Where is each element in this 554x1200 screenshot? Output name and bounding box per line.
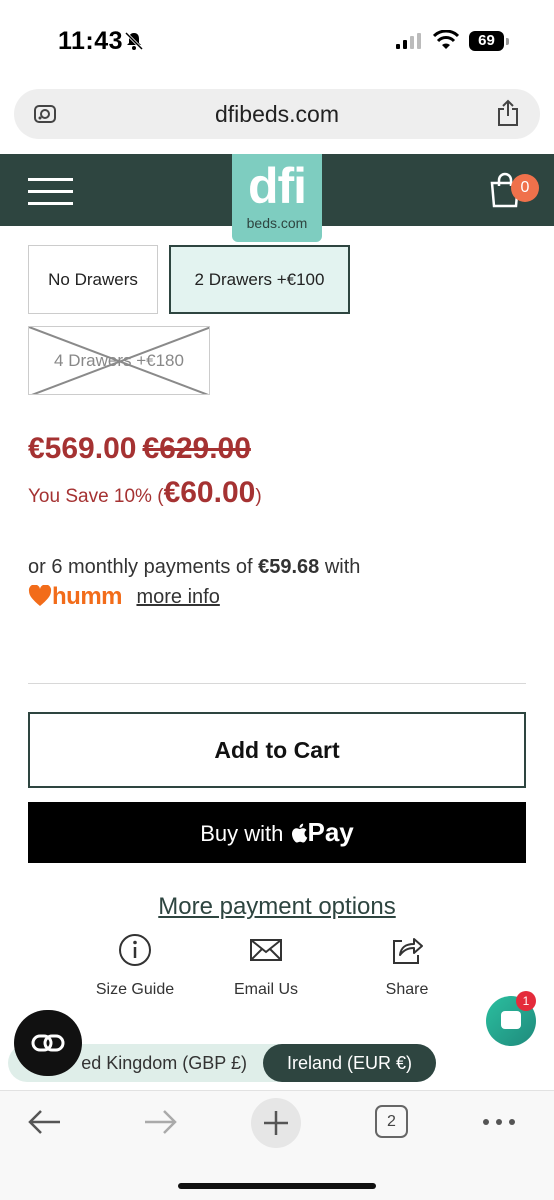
- currency-ireland-option[interactable]: Ireland (EUR €): [263, 1044, 436, 1082]
- size-guide-action[interactable]: Size Guide: [80, 933, 190, 999]
- humm-heart-icon: [28, 584, 52, 606]
- share-arrow-icon: [393, 938, 423, 964]
- co-badge-button[interactable]: [14, 1010, 82, 1076]
- infinity-link-icon: [31, 1034, 65, 1052]
- apple-logo-icon: [291, 823, 307, 843]
- status-bar: 11:43 69: [0, 0, 554, 84]
- share-icon[interactable]: [496, 99, 520, 127]
- savings-close: ): [255, 486, 262, 507]
- size-guide-label: Size Guide: [95, 981, 175, 998]
- humm-row: humm more info: [28, 583, 220, 611]
- silent-bell-icon: [124, 31, 144, 51]
- battery-icon: 69: [469, 31, 509, 51]
- more-icon[interactable]: [481, 1117, 517, 1127]
- apple-pay-prefix: Buy with: [200, 821, 290, 846]
- installments-prefix: or 6 monthly payments of: [28, 556, 259, 578]
- divider: [28, 683, 526, 684]
- savings-text: You Save 10% (: [28, 486, 164, 507]
- unavailable-cross: [29, 327, 209, 394]
- back-arrow-icon[interactable]: [27, 1107, 63, 1137]
- email-us-label: Email Us: [233, 981, 298, 998]
- home-indicator: [178, 1183, 376, 1189]
- option-no-drawers[interactable]: No Drawers: [28, 245, 158, 314]
- chat-icon: [501, 1011, 521, 1029]
- apple-pay-button[interactable]: Buy with Pay: [28, 802, 526, 863]
- info-icon: [119, 934, 151, 966]
- price-row: €569.00 €629.00: [28, 432, 251, 466]
- browser-toolbar: 2: [0, 1090, 554, 1200]
- site-logo[interactable]: dfi beds.com: [232, 154, 322, 242]
- installment-amount: €59.68: [258, 556, 320, 578]
- plus-icon: [264, 1111, 288, 1135]
- more-info-link[interactable]: more info: [136, 586, 219, 608]
- status-time: 11:43: [58, 27, 124, 55]
- menu-icon[interactable]: [28, 178, 73, 205]
- tabs-button[interactable]: 2: [375, 1105, 408, 1138]
- wifi-icon: [433, 30, 459, 49]
- apple-pay-word: Pay: [307, 817, 354, 847]
- envelope-icon: [250, 939, 282, 961]
- share-action[interactable]: Share: [352, 933, 462, 999]
- url-text[interactable]: dfibeds.com: [14, 89, 540, 139]
- savings-amount: €60.00: [163, 476, 256, 509]
- forward-arrow-icon[interactable]: [142, 1107, 178, 1137]
- address-bar[interactable]: dfibeds.com: [14, 89, 540, 139]
- humm-brand-text: humm: [52, 583, 123, 610]
- share-label: Share: [385, 981, 429, 998]
- logo-sub: beds.com: [246, 215, 308, 231]
- humm-logo: humm: [28, 583, 123, 611]
- savings-row: You Save 10% (€60.00): [28, 476, 262, 510]
- cart-count-badge: 0: [511, 174, 539, 202]
- option-4-drawers-unavailable[interactable]: 4 Drawers +€180: [28, 326, 210, 395]
- logo-main: dfi: [247, 158, 307, 214]
- chat-badge: 1: [516, 991, 536, 1011]
- original-price: €629.00: [142, 432, 251, 465]
- email-us-action[interactable]: Email Us: [211, 933, 321, 999]
- sale-price: €569.00: [28, 432, 137, 465]
- battery-level: 69: [469, 31, 504, 51]
- signal-icon: [396, 33, 421, 49]
- option-2-drawers[interactable]: 2 Drawers +€100: [169, 245, 350, 314]
- new-tab-button[interactable]: [251, 1098, 301, 1148]
- more-payment-options-link[interactable]: More payment options: [0, 893, 554, 921]
- add-to-cart-button[interactable]: Add to Cart: [28, 712, 526, 788]
- installments-suffix: with: [319, 556, 361, 578]
- installments-text: or 6 monthly payments of €59.68 with: [28, 556, 360, 579]
